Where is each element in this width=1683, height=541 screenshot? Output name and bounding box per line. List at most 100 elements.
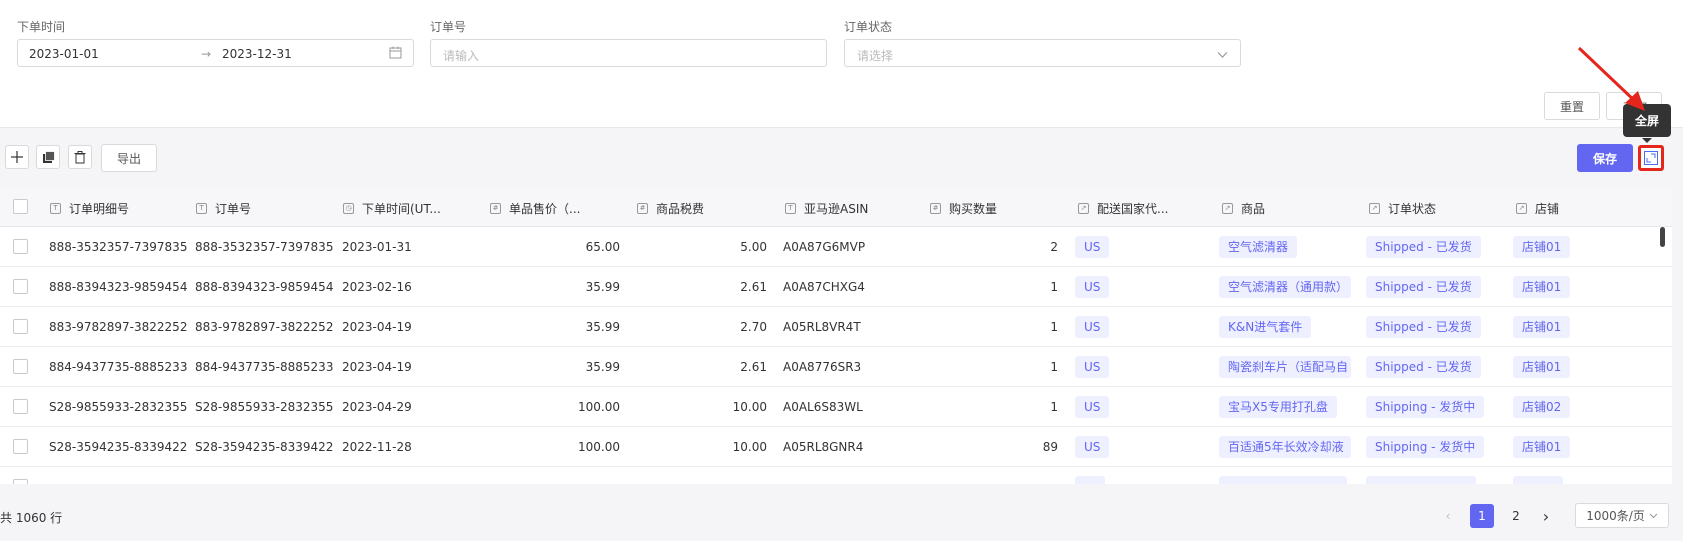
column-header[interactable]: T 订单号	[196, 200, 251, 217]
asin-cell: A0A87G6MVP	[783, 240, 866, 254]
asin-cell: A0A87CHXG4	[783, 280, 865, 294]
page-1[interactable]: 1	[1470, 504, 1494, 528]
table-row[interactable]: 883-9782897-3822252 883-9782897-3822252 20…	[0, 307, 1672, 347]
status-tag: Shipped - 已发货	[1366, 316, 1481, 338]
row-checkbox[interactable]	[13, 479, 28, 484]
product-tag[interactable]: 百适通5年长效冷却液	[1219, 436, 1351, 458]
country-tag: US	[1075, 356, 1110, 378]
country-tag: US	[1075, 236, 1110, 258]
tax-cell: 2.70	[740, 320, 767, 334]
delete-icon[interactable]	[68, 145, 92, 169]
price-cell: 100.00	[578, 400, 620, 414]
column-header[interactable]: # 购买数量	[930, 200, 997, 217]
price-cell: 35.99	[585, 320, 620, 334]
order-time-cell: 2023-04-29	[342, 400, 412, 414]
order-time-cell: 2023-01-31	[342, 240, 412, 254]
shop-tag: 店铺01	[1513, 356, 1571, 378]
add-icon[interactable]	[5, 145, 29, 169]
status-tag: Shipping - 发货中	[1366, 396, 1485, 418]
table-row[interactable]	[0, 467, 1672, 484]
order-no-input[interactable]: 请输入	[430, 39, 827, 67]
text-field-icon: T	[785, 203, 796, 214]
page-size-select[interactable]: 1000条/页	[1575, 503, 1669, 528]
table-row[interactable]: S28-3594235-8339422 S28-3594235-8339422 20…	[0, 427, 1672, 467]
row-checkbox[interactable]	[13, 279, 28, 294]
tax-cell: 5.00	[740, 240, 767, 254]
order-time-range-picker[interactable]: 2023-01-01 → 2023-12-31	[17, 39, 414, 67]
shop-tag: 店铺02	[1513, 396, 1571, 418]
product-tag[interactable]: 陶瓷刹车片（适配马自	[1219, 356, 1351, 378]
text-field-icon: T	[50, 203, 61, 214]
column-header[interactable]: # 单品售价（...	[490, 200, 580, 217]
product-tag[interactable]: 空气滤清器	[1219, 236, 1298, 258]
price-cell: 35.99	[585, 360, 620, 374]
table-row[interactable]: S28-9855933-2832355 S28-9855933-2832355 20…	[0, 387, 1672, 427]
shop-tag: 店铺01	[1513, 436, 1571, 458]
tax-cell: 2.61	[740, 360, 767, 374]
next-page-icon[interactable]: ›	[1534, 504, 1558, 528]
row-checkbox[interactable]	[13, 239, 28, 254]
orders-table: T 订单明细号 T 订单号 ◷ 下单时间(UT... # 单品售价（... # 商品税费 …	[0, 187, 1672, 484]
detail-no-cell: S28-9855933-2832355	[49, 400, 188, 414]
table-row[interactable]: 884-9437735-8885233 884-9437735-8885233 20…	[0, 347, 1672, 387]
calendar-icon	[389, 46, 402, 62]
end-date[interactable]: 2023-12-31	[222, 47, 292, 61]
country-tag: US	[1075, 436, 1110, 458]
product-tag[interactable]: 宝马X5专用打孔盘	[1219, 396, 1337, 418]
column-header[interactable]: ↗ 订单状态	[1369, 200, 1436, 217]
tax-cell: 10.00	[732, 440, 767, 454]
select-all-checkbox[interactable]	[13, 199, 28, 214]
column-header[interactable]: ↗ 配送国家代...	[1078, 200, 1168, 217]
column-header[interactable]: T 亚马逊ASIN	[785, 200, 868, 217]
shop-tag: 店铺01	[1513, 316, 1571, 338]
column-header[interactable]: T 订单明细号	[50, 200, 129, 217]
order-status-label: 订单状态	[844, 20, 893, 34]
order-no-label: 订单号	[430, 20, 467, 34]
column-header[interactable]: ◷ 下单时间(UT...	[343, 200, 441, 217]
pagination-footer: 共 1060 行 ‹ 1 2 › 1000条/页	[0, 500, 1683, 541]
order-no-cell: 888-8394323-9859454	[195, 280, 334, 294]
range-arrow-icon: →	[201, 47, 212, 61]
export-button[interactable]: 导出	[101, 144, 157, 172]
chevron-down-icon	[1649, 513, 1658, 518]
row-checkbox[interactable]	[13, 359, 28, 374]
order-status-placeholder: 请选择	[857, 49, 894, 63]
order-no-cell: S28-3594235-8339422	[195, 440, 334, 454]
product-tag[interactable]	[1219, 476, 1347, 484]
copy-icon[interactable]	[36, 145, 60, 169]
product-tag[interactable]: K&N进气套件	[1219, 316, 1312, 338]
column-header[interactable]: ↗ 商品	[1222, 200, 1265, 217]
prev-page-icon[interactable]: ‹	[1436, 504, 1460, 528]
tax-cell: 10.00	[732, 400, 767, 414]
text-field-icon: T	[196, 203, 207, 214]
row-checkbox[interactable]	[13, 399, 28, 414]
link-field-icon: ↗	[1516, 203, 1527, 214]
fullscreen-icon[interactable]	[1638, 145, 1664, 171]
number-field-icon: #	[637, 203, 648, 214]
row-checkbox[interactable]	[13, 439, 28, 454]
annotation-arrow-icon	[1577, 46, 1645, 111]
column-header[interactable]: # 商品税费	[637, 200, 704, 217]
order-time-cell: 2023-04-19	[342, 360, 412, 374]
table-scrollbar[interactable]	[1660, 227, 1665, 247]
order-no-cell: 884-9437735-8885233	[195, 360, 334, 374]
order-status-select[interactable]: 请选择	[844, 39, 1241, 67]
asin-cell: A05RL8GNR4	[783, 440, 864, 454]
page-2[interactable]: 2	[1504, 504, 1528, 528]
clock-field-icon: ◷	[343, 203, 354, 214]
price-cell: 100.00	[578, 440, 620, 454]
column-header[interactable]: ↗ 店铺	[1516, 200, 1559, 217]
product-tag[interactable]: 空气滤清器（通用款）	[1219, 276, 1351, 298]
start-date[interactable]: 2023-01-01	[29, 47, 99, 61]
quantity-cell: 2	[1050, 240, 1058, 254]
table-row[interactable]: 888-8394323-9859454 888-8394323-9859454 20…	[0, 267, 1672, 307]
status-tag	[1366, 476, 1476, 484]
order-time-cell: 2023-02-16	[342, 280, 412, 294]
link-field-icon: ↗	[1078, 203, 1089, 214]
quantity-cell: 89	[1042, 440, 1058, 454]
row-checkbox[interactable]	[13, 319, 28, 334]
table-row[interactable]: 888-3532357-7397835 888-3532357-7397835 20…	[0, 227, 1672, 267]
detail-no-cell: 884-9437735-8885233	[49, 360, 188, 374]
country-tag: US	[1075, 396, 1110, 418]
save-button[interactable]: 保存	[1577, 144, 1633, 172]
